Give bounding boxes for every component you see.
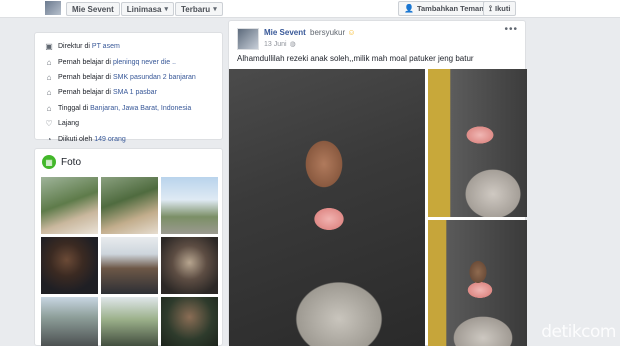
photo-thumbnail[interactable] [161, 237, 218, 294]
photo-thumbnail[interactable] [101, 297, 158, 346]
photo-thumbnail[interactable] [41, 297, 98, 346]
post-date-line: 13 Juni ◍ [264, 40, 296, 48]
photo-thumbnail[interactable] [161, 297, 218, 346]
photo-thumbnail[interactable] [101, 177, 158, 234]
intro-row-prefix: Pernah belajar di [58, 89, 111, 97]
intro-row-prefix: Pernah belajar di [58, 58, 111, 66]
photos-card: ▦ Foto [34, 148, 223, 346]
post-author-avatar[interactable] [237, 28, 259, 50]
photo-thumbnail[interactable] [161, 177, 218, 234]
profile-header-bar: Mie Sevent Linimasa ▾ Terbaru ▾ 👤 Tambahkan… [0, 0, 620, 18]
intro-row-prefix: Pernah belajar di [58, 73, 111, 81]
intro-row-link[interactable]: 149 orang [94, 136, 126, 143]
add-friend-icon: 👤 [404, 4, 414, 13]
post-card: Mie Sevent bersyukur ☺ 13 Juni ◍ ••• Alha… [228, 20, 527, 346]
tab-name[interactable]: Mie Sevent [66, 2, 120, 16]
heart-icon: ♡ [45, 119, 53, 129]
graduation-cap-icon: ⌂ [46, 57, 52, 67]
intro-row-link[interactable]: Banjaran, Jawa Barat, Indonesia [90, 105, 191, 112]
post-photo-main[interactable] [229, 69, 425, 346]
tab-name-label: Mie Sevent [72, 4, 114, 14]
home-icon: ⌂ [46, 103, 52, 113]
intro-row-education-3: ⌂ Pernah belajar di SMA 1 pasbar [43, 85, 214, 100]
post-activity: bersyukur [310, 28, 346, 37]
rss-icon: ⟟ [489, 3, 492, 13]
intro-card: ▣ Direktur di PT asem ⌂ Pernah belajar d… [34, 32, 223, 144]
graduation-cap-icon: ⌂ [46, 72, 52, 82]
follow-label: Ikuti [494, 4, 511, 13]
photo-thumbnail[interactable] [41, 237, 98, 294]
intro-row-prefix: Diikuti oleh [58, 135, 93, 143]
add-friend-label: Tambahkan Teman [416, 4, 484, 13]
tab-recent-label: Terbaru [181, 4, 211, 14]
intro-row-prefix: Direktur di [58, 43, 90, 51]
graduation-cap-icon: ⌂ [46, 88, 52, 98]
tab-timeline[interactable]: Linimasa ▾ [120, 2, 174, 16]
tab-timeline-label: Linimasa [126, 4, 162, 14]
intro-row-link[interactable]: SMK pasundan 2 banjaran [113, 74, 196, 81]
more-options-icon[interactable]: ••• [504, 24, 518, 35]
chevron-down-icon: ▾ [164, 6, 168, 13]
post-photo-top-right[interactable] [428, 69, 527, 217]
post-photo-bottom-right[interactable] [428, 220, 527, 346]
intro-row-education-2: ⌂ Pernah belajar di SMK pasundan 2 banja… [43, 70, 214, 85]
intro-row-work: ▣ Direktur di PT asem [43, 39, 214, 54]
intro-row-link[interactable]: SMA 1 pasbar [113, 89, 157, 96]
profile-avatar-small[interactable] [44, 0, 62, 16]
intro-row-lives: ⌂ Tinggal di Banjaran, Jawa Barat, Indon… [43, 101, 214, 116]
feeling-emoji-icon: ☺ [347, 28, 356, 37]
intro-row-relationship: ♡ Lajang [43, 116, 214, 131]
intro-row-link[interactable]: pleningq never die .. [113, 59, 176, 66]
intro-row-followers: ◔ Diikuti oleh 149 orang [43, 131, 214, 146]
briefcase-icon: ▣ [45, 42, 53, 52]
photo-thumbnail[interactable] [41, 177, 98, 234]
photos-title[interactable]: Foto [61, 157, 81, 168]
post-text: Alhamdullilah rezeki anak soleh,,milik m… [237, 54, 474, 63]
globe-icon: ◍ [289, 41, 296, 48]
post-date[interactable]: 13 Juni [264, 41, 287, 48]
intro-row-prefix: Tinggal di [58, 104, 89, 112]
follow-button[interactable]: ⟟ Ikuti [483, 1, 517, 16]
post-author-line: Mie Sevent bersyukur ☺ [264, 28, 356, 37]
add-friend-button[interactable]: 👤 Tambahkan Teman [398, 1, 490, 16]
profile-tabs: Mie Sevent Linimasa ▾ Terbaru ▾ [66, 2, 224, 16]
intro-row-link[interactable]: PT asem [92, 43, 120, 50]
post-author-name[interactable]: Mie Sevent [264, 28, 306, 37]
rss-icon: ◔ [46, 134, 52, 144]
photo-icon: ▦ [42, 155, 56, 169]
intro-row-prefix: Lajang [58, 120, 80, 128]
photo-thumbnail[interactable] [101, 237, 158, 294]
tab-recent[interactable]: Terbaru ▾ [175, 2, 223, 16]
intro-row-education-1: ⌂ Pernah belajar di pleningq never die .… [43, 54, 214, 69]
photos-header: ▦ Foto [35, 149, 222, 175]
chevron-down-icon: ▾ [213, 6, 217, 13]
watermark-logo: detikcom [541, 322, 616, 342]
